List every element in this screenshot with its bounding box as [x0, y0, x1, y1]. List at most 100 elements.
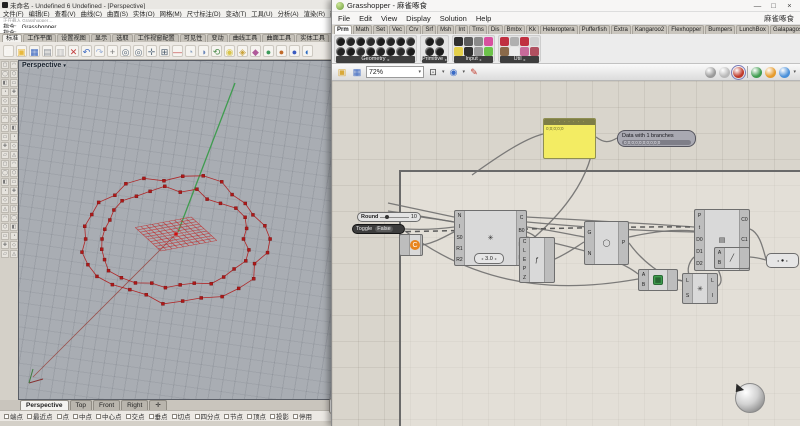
input-port[interactable]: t: [695, 225, 704, 231]
component-icon[interactable]: [454, 37, 463, 46]
toolbar-tab[interactable]: 变动: [207, 34, 227, 42]
input-port[interactable]: L: [520, 248, 529, 254]
preview-green-icon[interactable]: [751, 67, 762, 78]
input-port[interactable]: C: [520, 239, 529, 245]
input-port[interactable]: B: [639, 282, 648, 288]
toolbar-tab[interactable]: 曲面工具: [262, 34, 295, 42]
preview-off-icon[interactable]: [705, 67, 716, 78]
component-icon[interactable]: [520, 37, 529, 46]
menu-item[interactable]: View: [381, 14, 397, 23]
component-icon[interactable]: [530, 37, 539, 46]
component-icon[interactable]: [336, 37, 345, 46]
menu-item[interactable]: 实体(O): [133, 9, 155, 17]
component-body[interactable]: ƒ: [529, 238, 545, 282]
toolbar-tab[interactable]: 实体工具: [296, 34, 329, 42]
toolbar-tab[interactable]: 工作视窗配置: [134, 34, 179, 42]
redo-icon[interactable]: ↷: [94, 45, 105, 57]
category-tab[interactable]: Galapagos: [770, 25, 800, 34]
viewport-tab[interactable]: Top: [70, 400, 92, 410]
tool-palette-icon[interactable]: ◔: [10, 133, 18, 141]
result-param[interactable]: ◂●▸: [766, 253, 799, 268]
osnap-checkbox[interactable]: [172, 414, 177, 419]
tool-palette-icon[interactable]: ◇: [1, 196, 9, 204]
viewport-tab[interactable]: ✛: [149, 400, 166, 410]
component-icon[interactable]: [396, 47, 405, 56]
tool-palette-icon[interactable]: ⬡: [10, 70, 18, 78]
output-port[interactable]: L: [708, 278, 717, 284]
osnap-item[interactable]: 端点: [4, 411, 23, 421]
tool-palette-icon[interactable]: ◧: [1, 178, 9, 186]
output-port[interactable]: I: [708, 293, 717, 299]
tool-palette-icon[interactable]: ⬡: [1, 124, 9, 132]
colour-component[interactable]: C: [399, 234, 423, 256]
osnap-item[interactable]: 中心点: [96, 411, 122, 421]
input-port[interactable]: G: [585, 230, 594, 236]
output-port[interactable]: B0: [517, 228, 526, 234]
osnap-item[interactable]: 停用: [293, 411, 312, 421]
component-icon[interactable]: [435, 37, 444, 46]
component-icon[interactable]: [396, 37, 405, 46]
osnap-item[interactable]: 四分点: [195, 411, 221, 421]
tool-palette-icon[interactable]: ⬡: [10, 169, 18, 177]
component-body[interactable]: ◯: [594, 222, 619, 264]
preview-eye-icon[interactable]: ◉: [448, 66, 460, 78]
menu-item[interactable]: 工具(U): [251, 9, 272, 17]
rhino-viewport[interactable]: Perspective▾: [18, 60, 336, 400]
menu-item[interactable]: 尺寸标注(D): [187, 9, 221, 17]
tool-palette-icon[interactable]: ◧: [10, 124, 18, 132]
sketch-pen-icon[interactable]: ✎: [468, 66, 480, 78]
component-icon[interactable]: [464, 47, 473, 56]
blue-sphere-icon[interactable]: ●: [289, 45, 300, 57]
category-tab[interactable]: Bumpers: [705, 25, 735, 34]
component-icon[interactable]: [376, 37, 385, 46]
tool-palette-icon[interactable]: ▭: [1, 133, 9, 141]
component-icon[interactable]: [346, 37, 355, 46]
input-port[interactable]: R2: [455, 257, 464, 263]
tool-palette-icon[interactable]: ▭: [10, 79, 18, 87]
component-icon[interactable]: [500, 47, 509, 56]
line-icon[interactable]: —: [172, 45, 183, 57]
menu-item[interactable]: 编辑(E): [29, 9, 50, 17]
component-icon[interactable]: [425, 37, 434, 46]
line-component[interactable]: AB╱: [714, 247, 750, 269]
component-icon[interactable]: [474, 47, 483, 56]
category-tab[interactable]: Set: [373, 25, 388, 34]
osnap-checkbox[interactable]: [270, 414, 275, 419]
open-folder-icon[interactable]: ▣: [16, 45, 27, 57]
tool-palette-icon[interactable]: ✚: [1, 241, 9, 249]
slider-track[interactable]: [380, 217, 408, 218]
component-icon[interactable]: [366, 37, 375, 46]
gate-component[interactable]: AB▦: [638, 269, 678, 291]
osnap-checkbox[interactable]: [73, 414, 78, 419]
print-icon[interactable]: ▤: [42, 45, 53, 57]
osnap-item[interactable]: 交点: [126, 411, 145, 421]
tool-palette-icon[interactable]: ◔: [1, 88, 9, 96]
component-icon[interactable]: [386, 37, 395, 46]
input-port[interactable]: R1: [455, 246, 464, 252]
menu-item[interactable]: Display: [406, 14, 431, 23]
component-icon[interactable]: [425, 47, 434, 56]
category-tab[interactable]: Trns: [469, 25, 487, 34]
osnap-checkbox[interactable]: [27, 414, 32, 419]
input-port[interactable]: Z: [520, 275, 529, 281]
toolbar-tab[interactable]: 显示: [91, 34, 111, 42]
light-icon[interactable]: ◉: [224, 45, 235, 57]
rotate-icon[interactable]: ⟲: [211, 45, 222, 57]
osnap-checkbox[interactable]: [149, 414, 154, 419]
close-button[interactable]: ×: [783, 0, 796, 11]
menu-item[interactable]: Edit: [359, 14, 372, 23]
input-port[interactable]: P: [695, 213, 704, 219]
menu-item[interactable]: 变动(T): [226, 9, 247, 17]
zoom-window-icon[interactable]: ◎: [133, 45, 144, 57]
tool-palette-icon[interactable]: ◬: [10, 151, 18, 159]
component-icon[interactable]: [474, 37, 483, 46]
toolbar-tab[interactable]: 工作平面: [23, 34, 56, 42]
render-icon[interactable]: ◑: [198, 45, 209, 57]
zoom-level-select[interactable]: 72% ▾: [366, 66, 424, 78]
osnap-item[interactable]: 顶点: [247, 411, 266, 421]
output-port[interactable]: C: [517, 215, 526, 221]
input-port[interactable]: E: [520, 257, 529, 263]
populate-component[interactable]: GN◯P: [584, 221, 629, 265]
osnap-item[interactable]: 切点: [172, 411, 191, 421]
tool-palette-icon[interactable]: ⬡: [1, 223, 9, 231]
